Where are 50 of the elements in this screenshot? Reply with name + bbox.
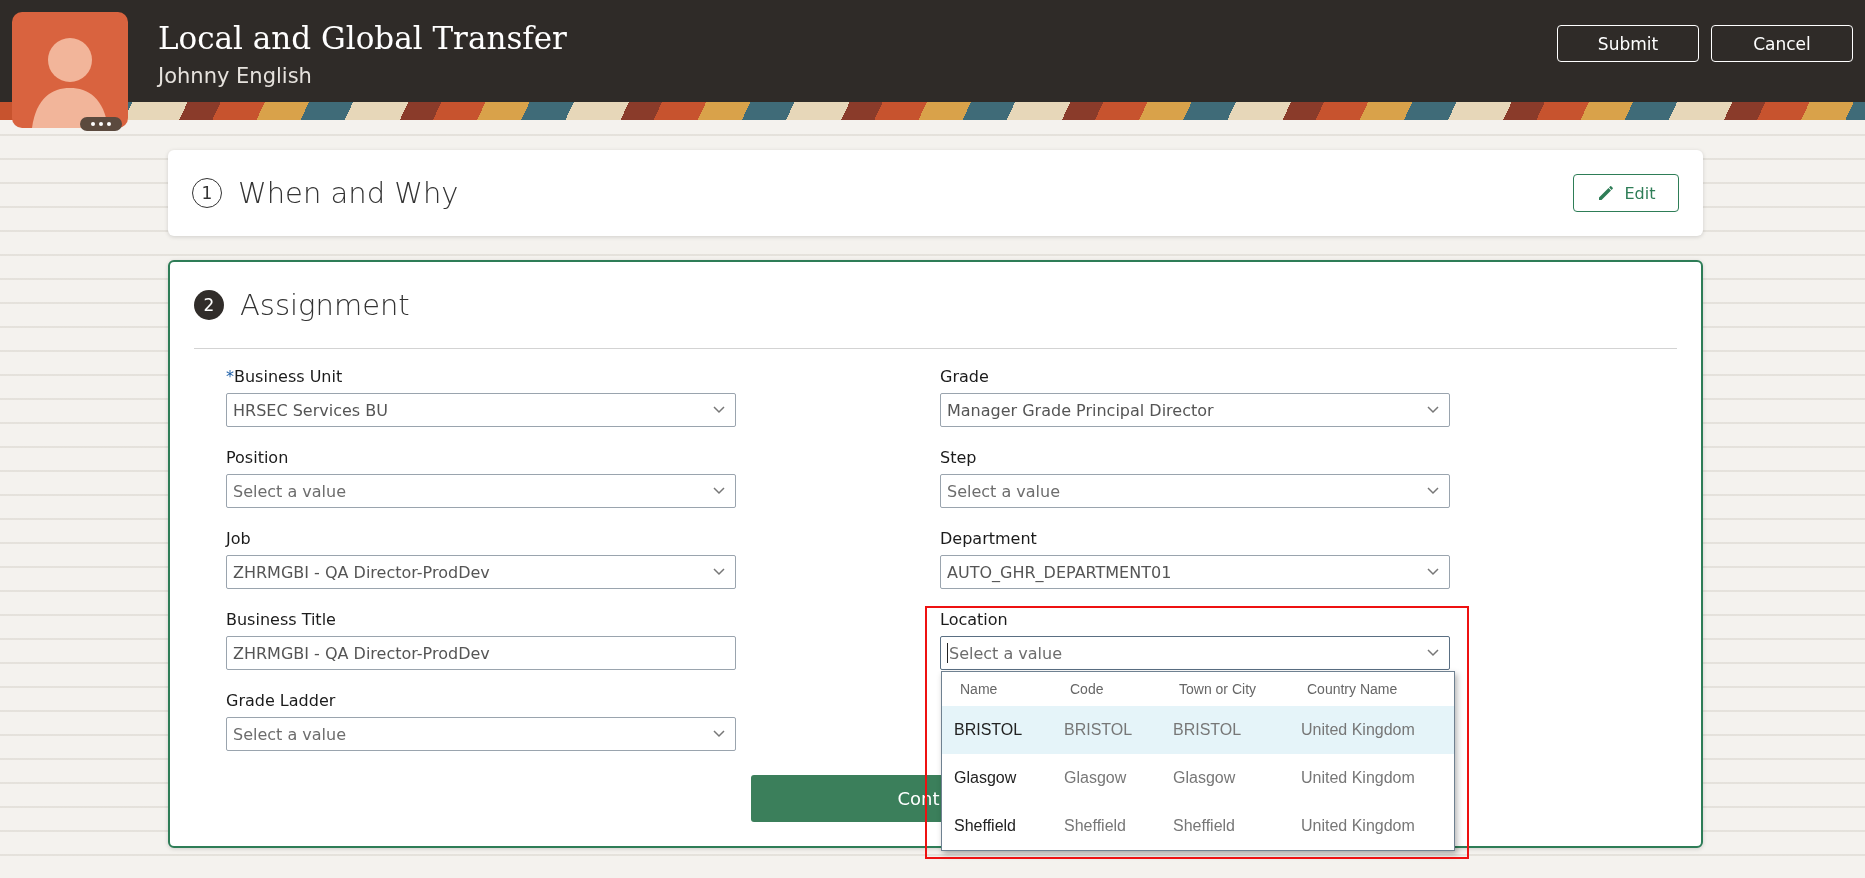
option-cell-text: Glasgow <box>1173 769 1237 787</box>
select-field[interactable]: Manager Grade Principal Director <box>940 393 1450 427</box>
input-field[interactable]: ZHRMGBI - QA Director-ProdDev <box>226 636 736 670</box>
field-label: Business Title <box>226 610 337 630</box>
select-field[interactable]: Select a value <box>940 474 1450 508</box>
column-header: Town or City <box>1178 681 1258 697</box>
field-label: Grade <box>940 367 990 387</box>
avatar-photo[interactable] <box>12 12 128 128</box>
field-label: Step <box>940 448 978 468</box>
select-field[interactable]: Select a value <box>940 636 1450 670</box>
field-label: *Business Unit <box>226 367 344 387</box>
chevron-down-icon <box>713 730 725 738</box>
more-icon[interactable] <box>80 117 122 131</box>
dropdown-option[interactable]: BRISTOL BRISTOL BRISTOL United Kingdom <box>942 706 1454 754</box>
column-header: Country Name <box>1306 681 1399 697</box>
option-cell-text: United Kingdom <box>1301 769 1416 787</box>
edit-button[interactable]: Edit <box>1573 174 1679 212</box>
section-title: Assignment <box>240 288 411 322</box>
option-cell-text: United Kingdom <box>1301 721 1416 739</box>
chevron-down-icon <box>713 568 725 576</box>
option-cell-text: United Kingdom <box>1301 817 1416 835</box>
option-cell-text: Sheffield <box>1173 817 1236 835</box>
column-header: Code <box>1069 681 1105 697</box>
option-cell-text: BRISTOL <box>954 721 1024 739</box>
select-field[interactable]: AUTO_GHR_DEPARTMENT01 <box>940 555 1450 589</box>
chevron-down-icon <box>713 406 725 414</box>
pencil-icon <box>1596 184 1615 202</box>
select-field[interactable]: Select a value <box>226 717 736 751</box>
field-label: Department <box>940 529 1038 549</box>
field-label: Location <box>940 610 1009 630</box>
column-header: Name <box>959 681 999 697</box>
header-button[interactable]: Submit <box>1557 25 1699 62</box>
select-field[interactable]: Select a value <box>226 474 736 508</box>
option-cell-text: BRISTOL <box>1173 721 1243 739</box>
step-number: 2 <box>194 290 224 320</box>
chevron-down-icon <box>1427 649 1439 657</box>
field-label: Position <box>226 448 290 468</box>
field-label: Job <box>226 529 252 549</box>
chevron-down-icon <box>1427 406 1439 414</box>
page-title: Local and Global Transfer <box>158 19 568 58</box>
select-field[interactable]: HRSEC Services BU <box>226 393 736 427</box>
person-name: Johnny English <box>158 64 313 88</box>
chevron-down-icon <box>1427 487 1439 495</box>
chevron-down-icon <box>1427 568 1439 576</box>
option-cell-text: BRISTOL <box>1064 721 1134 739</box>
chevron-down-icon <box>713 487 725 495</box>
select-field[interactable]: ZHRMGBI - QA Director-ProdDev <box>226 555 736 589</box>
field-label: Grade Ladder <box>226 691 337 711</box>
header-button[interactable]: Cancel <box>1711 25 1853 62</box>
section-title: When and Why <box>238 176 460 210</box>
